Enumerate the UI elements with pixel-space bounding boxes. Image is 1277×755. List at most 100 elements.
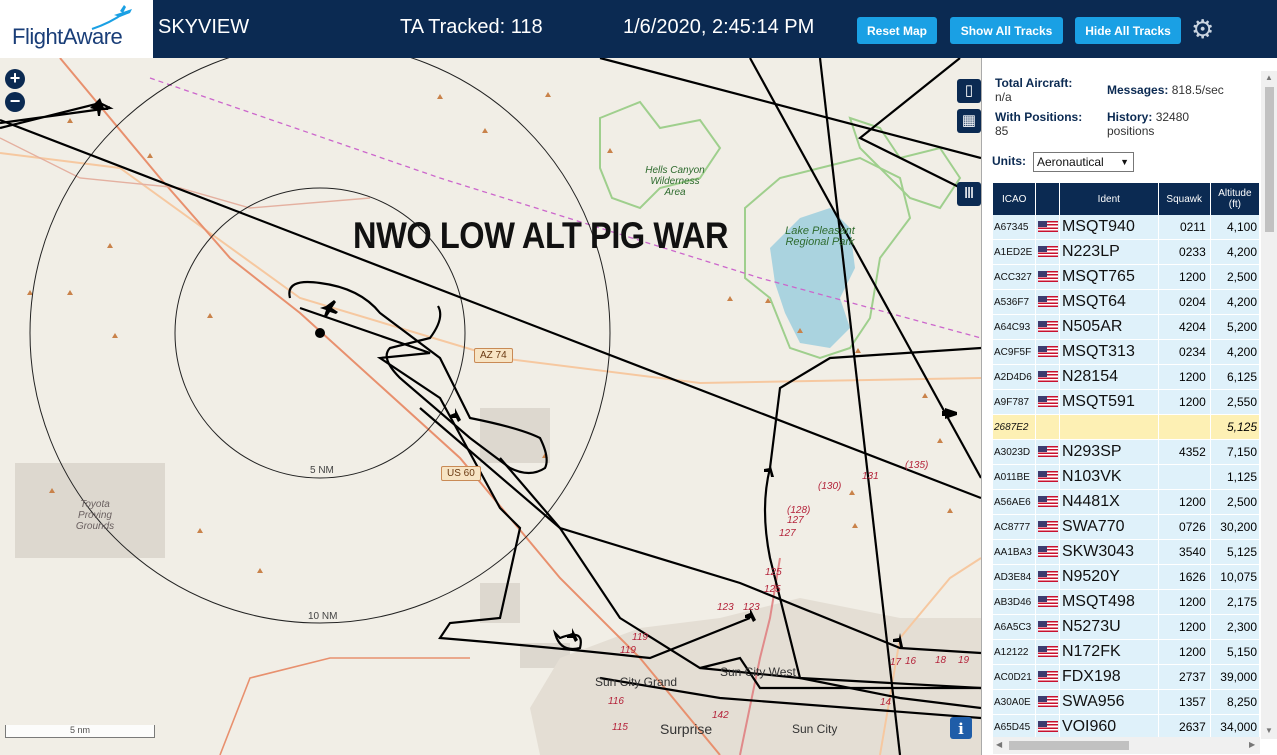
- table-row[interactable]: AB3D46 MSQT498 1200 2,175: [993, 589, 1260, 615]
- flag-cell: [1035, 264, 1060, 290]
- road-label-az74: AZ 74: [474, 348, 513, 363]
- scroll-up-icon[interactable]: ▲: [1265, 73, 1273, 82]
- table-row[interactable]: A2D4D6 N28154 1200 6,125: [993, 364, 1260, 390]
- route-number: 16: [905, 656, 917, 667]
- table-row[interactable]: A011BE N103VK 1,125: [993, 464, 1260, 490]
- table-row[interactable]: AC9F5F MSQT313 0234 4,200: [993, 339, 1260, 365]
- ta-tracked-count: TA Tracked: 118: [400, 16, 543, 38]
- flag-cell: [1035, 389, 1060, 415]
- us-flag-icon: [1037, 671, 1058, 683]
- table-row[interactable]: A6A5C3 N5273U 1200 2,300: [993, 614, 1260, 640]
- map-overlay-title: NWO LOW ALT PIG WAR: [353, 215, 729, 256]
- icao-cell: AD3E84: [993, 564, 1037, 590]
- grid-icon[interactable]: ▦: [957, 109, 981, 133]
- history-stat: History: 32480 positions: [1107, 110, 1189, 138]
- table-row[interactable]: ACC327 MSQT765 1200 2,500: [993, 264, 1260, 290]
- route-number: 127: [787, 515, 804, 526]
- table-row[interactable]: A67345 MSQT940 0211 4,100: [993, 215, 1260, 240]
- vertical-scrollbar[interactable]: ▲ ▼: [1261, 71, 1277, 739]
- route-number: 142: [712, 710, 729, 721]
- route-number: 123: [743, 602, 760, 613]
- total-aircraft-stat: Total Aircraft: n/a: [995, 76, 1072, 104]
- us-flag-icon: [1037, 646, 1058, 658]
- range-ring-label-5nm: 5 NM: [310, 465, 334, 476]
- us-flag-icon: [1037, 321, 1058, 333]
- route-number: 131: [862, 471, 879, 482]
- messages-stat: Messages: 818.5/sec: [1107, 83, 1224, 97]
- columns-toggle-icon[interactable]: Ⅲ: [957, 182, 981, 206]
- scroll-thumb[interactable]: [1009, 741, 1129, 750]
- reset-map-button[interactable]: Reset Map: [857, 17, 937, 44]
- ident-cell: SKW3043: [1059, 539, 1159, 565]
- us-flag-icon: [1037, 246, 1058, 258]
- squawk-cell: 3540: [1158, 539, 1211, 565]
- table-row[interactable]: A9F787 MSQT591 1200 2,550: [993, 389, 1260, 415]
- history-label: History:: [1107, 110, 1153, 124]
- route-number: 119: [632, 632, 648, 643]
- with-positions-label: With Positions:: [995, 110, 1083, 124]
- column-header-altitude[interactable]: Altitude (ft): [1210, 183, 1260, 215]
- scroll-down-icon[interactable]: ▼: [1265, 726, 1273, 735]
- squawk-cell: 2737: [1158, 664, 1211, 690]
- table-row[interactable]: AC8777 SWA770 0726 30,200: [993, 514, 1260, 540]
- us-flag-icon: [1037, 546, 1058, 558]
- map-canvas[interactable]: [0, 58, 981, 755]
- table-row[interactable]: A56AE6 N4481X 1200 2,500: [993, 489, 1260, 515]
- table-row[interactable]: A64C93 N505AR 4204 5,200: [993, 314, 1260, 340]
- us-flag-icon: [1037, 596, 1058, 608]
- units-select[interactable]: Aeronautical ▼: [1033, 152, 1134, 172]
- icao-cell: AC8777: [993, 514, 1037, 540]
- gear-icon[interactable]: ⚙: [1191, 14, 1214, 45]
- hide-all-tracks-button[interactable]: Hide All Tracks: [1075, 17, 1181, 44]
- ident-cell: N223LP: [1059, 239, 1159, 265]
- altitude-cell: 7,150: [1210, 439, 1260, 465]
- table-row[interactable]: AA1BA3 SKW3043 3540 5,125: [993, 539, 1260, 565]
- aircraft-table[interactable]: ICAO Ident Squawk Altitude (ft) A67345 MS…: [993, 183, 1260, 737]
- table-row[interactable]: A30A0E SWA956 1357 8,250: [993, 689, 1260, 715]
- icao-cell: A67345: [993, 215, 1037, 240]
- ident-cell: N505AR: [1059, 314, 1159, 340]
- table-row[interactable]: 2687E2 5,125: [993, 414, 1260, 440]
- flag-cell: [1035, 689, 1060, 715]
- aircraft-panel: Total Aircraft: n/a With Positions: 85 M…: [981, 58, 1277, 755]
- column-header-squawk[interactable]: Squawk: [1158, 183, 1211, 215]
- place-sun-city-grand: Sun City Grand: [595, 675, 678, 689]
- ident-cell: SWA770: [1059, 514, 1159, 540]
- table-row[interactable]: A12122 N172FK 1200 5,150: [993, 639, 1260, 665]
- column-header-icao[interactable]: ICAO: [993, 183, 1037, 215]
- scroll-thumb[interactable]: [1265, 87, 1274, 232]
- table-row[interactable]: AD3E84 N9520Y 1626 10,075: [993, 564, 1260, 590]
- aircraft-markers[interactable]: [90, 98, 957, 647]
- table-row[interactable]: AC0D21 FDX198 2737 39,000: [993, 664, 1260, 690]
- scroll-left-icon[interactable]: ◀: [996, 740, 1002, 749]
- zoom-in-button[interactable]: +: [5, 69, 25, 89]
- icao-cell: A65D45: [993, 714, 1037, 737]
- info-button[interactable]: i: [950, 717, 972, 739]
- scale-bar: 5 nm: [5, 725, 155, 738]
- us-flag-icon: [1037, 446, 1058, 458]
- ident-cell: N172FK: [1059, 639, 1159, 665]
- column-header-flag[interactable]: [1035, 183, 1060, 215]
- icao-cell: A1ED2E: [993, 239, 1037, 265]
- flag-cell: [1035, 414, 1060, 440]
- altitude-cell: 34,000: [1210, 714, 1260, 737]
- altitude-cell: 5,200: [1210, 314, 1260, 340]
- show-all-tracks-button[interactable]: Show All Tracks: [950, 17, 1063, 44]
- flightaware-logo[interactable]: FlightAware: [0, 0, 153, 58]
- map-layers-icon[interactable]: ▯: [957, 79, 981, 103]
- column-header-ident[interactable]: Ident: [1059, 183, 1159, 215]
- dropdown-arrow-icon: ▼: [1120, 157, 1129, 167]
- flag-cell: [1035, 364, 1060, 390]
- flag-cell: [1035, 639, 1060, 665]
- table-row[interactable]: A65D45 VOI960 2637 34,000: [993, 714, 1260, 737]
- ident-cell: MSQT313: [1059, 339, 1159, 365]
- squawk-cell: 2637: [1158, 714, 1211, 737]
- table-row[interactable]: A1ED2E N223LP 0233 4,200: [993, 239, 1260, 265]
- horizontal-scrollbar[interactable]: ◀ ▶: [993, 737, 1260, 754]
- zoom-out-button[interactable]: −: [5, 92, 25, 112]
- table-row[interactable]: A3023D N293SP 4352 7,150: [993, 439, 1260, 465]
- map-view[interactable]: NWO LOW ALT PIG WAR 5 NM 10 NM AZ 74 US …: [0, 58, 981, 755]
- flag-cell: [1035, 589, 1060, 615]
- scroll-right-icon[interactable]: ▶: [1249, 740, 1255, 749]
- table-row[interactable]: A536F7 MSQT64 0204 4,200: [993, 289, 1260, 315]
